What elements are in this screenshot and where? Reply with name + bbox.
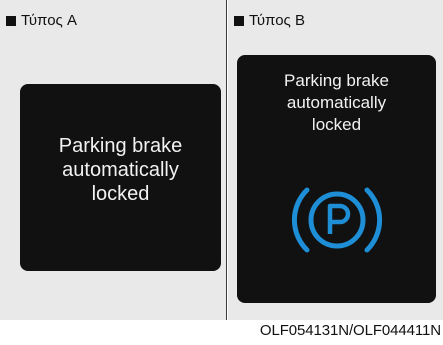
message-line: automatically [62, 159, 179, 181]
type-b-heading-label: Τύπος B [249, 12, 305, 29]
type-b-heading: Τύπος B [234, 12, 305, 29]
type-a-heading-label: Τύπος A [21, 12, 77, 29]
square-bullet-icon [6, 15, 16, 26]
square-bullet-icon [234, 15, 244, 26]
figure-reference-code: OLF054131N/OLF044411N [259, 322, 441, 339]
parking-brake-message: Parking brake automatically locked [237, 70, 436, 136]
message-line: Parking brake [58, 135, 183, 157]
cluster-display-type-a: Parking brake automatically locked [20, 84, 221, 271]
parking-brake-icon [291, 187, 383, 253]
message-line: locked [311, 115, 362, 134]
cluster-display-type-b: Parking brake automatically locked [237, 55, 436, 303]
message-line: locked [91, 183, 150, 205]
type-a-heading: Τύπος A [6, 12, 77, 29]
message-line: Parking brake [284, 71, 389, 90]
message-line: automatically [286, 93, 387, 112]
parking-brake-message: Parking brake automatically locked [20, 134, 221, 206]
panel-divider [226, 0, 227, 320]
